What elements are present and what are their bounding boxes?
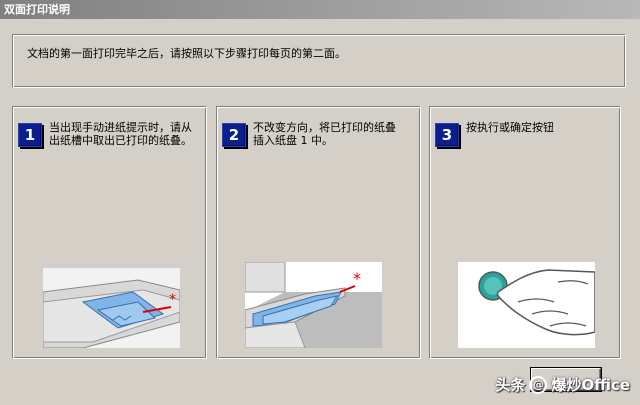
window-title: 双面打印说明: [0, 0, 640, 19]
press-button-illustration: [458, 262, 595, 348]
finger-button-graphic: [458, 262, 595, 348]
step-number-badge: 2: [222, 123, 246, 147]
step-3-text: 按执行或确定按钮: [466, 121, 554, 134]
svg-text:*: *: [169, 292, 176, 308]
step-number-badge: 1: [18, 123, 42, 147]
input-tray-illustration: *: [245, 262, 382, 348]
watermark-handle: 爆炒Office: [551, 376, 630, 394]
step-3-panel: 3 按执行或确定按钮: [429, 106, 621, 359]
input-tray-graphic: *: [245, 262, 382, 348]
svg-text:*: *: [353, 269, 361, 288]
watermark-platform: 头条: [495, 376, 526, 394]
instruction-text: 文档的第一面打印完毕之后，请按照以下步骤打印每页的第二面。: [27, 47, 346, 60]
step-1-text: 当出现手动进纸提示时，请从出纸槽中取出已打印的纸叠。: [49, 121, 192, 147]
output-tray-illustration: *: [43, 262, 180, 348]
output-tray-graphic: *: [43, 262, 180, 348]
step-1-panel: 1 当出现手动进纸提示时，请从出纸槽中取出已打印的纸叠。 *: [12, 106, 207, 359]
at-icon: @: [529, 375, 548, 394]
step-2-text: 不改变方向，将已打印的纸叠插入纸盘 1 中。: [253, 121, 396, 147]
instruction-panel: 文档的第一面打印完毕之后，请按照以下步骤打印每页的第二面。: [12, 34, 626, 88]
watermark: 头条 @ 爆炒Office: [495, 374, 630, 395]
step-2-panel: 2 不改变方向，将已打印的纸叠插入纸盘 1 中。 *: [216, 106, 421, 359]
step-number-badge: 3: [435, 123, 459, 147]
